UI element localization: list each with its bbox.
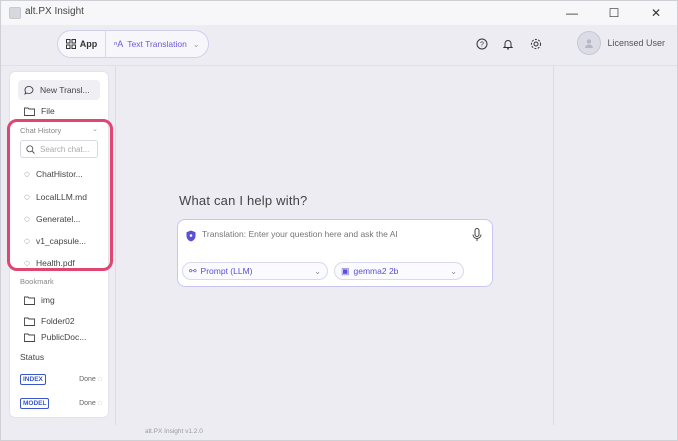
user-name: Licensed User (607, 38, 665, 48)
svg-text:?: ? (480, 42, 484, 49)
sidebar-divider (115, 65, 116, 425)
status-heading: Status (20, 352, 45, 362)
app-button-label: App (79, 39, 98, 49)
app-window: alt.PX Insight — ☐ ✕ App ⁿA Text Transla… (0, 0, 678, 441)
chat-history-highlight (7, 119, 113, 271)
status-badge: MODEL (20, 397, 50, 409)
status-row-model: MODEL Done ◌ (20, 396, 102, 410)
shield-icon (186, 230, 196, 242)
minimize-button[interactable]: — (557, 1, 587, 25)
folder-icon (24, 296, 35, 305)
maximize-button[interactable]: ☐ (599, 1, 629, 25)
chevron-down-icon: ⌄ (192, 39, 200, 49)
status-row-index: INDEX Done ◌ (20, 372, 102, 386)
version-footer: alt.PX Insight v1.2.0 (145, 428, 203, 435)
prompt-chain-icon: ⚯ (189, 265, 197, 276)
prompt-select-label: Prompt (LLM) (200, 266, 253, 276)
status-value-text: Done (79, 375, 96, 383)
model-box-icon: ▣ (341, 265, 350, 276)
page-title: What can I help with? (179, 193, 308, 208)
help-icon[interactable]: ? (475, 37, 489, 51)
chevron-down-icon: ⌄ (450, 266, 457, 276)
bookmark-item-label: PublicDoc... (41, 332, 87, 342)
folder-icon (24, 333, 35, 342)
check-circle-icon: ◌ (97, 375, 102, 383)
microphone-icon[interactable] (472, 228, 482, 242)
bookmark-item[interactable]: img (18, 290, 100, 310)
prompt-input[interactable] (202, 229, 462, 239)
status-value-text: Done (79, 399, 96, 407)
status-badge: INDEX (20, 373, 46, 385)
right-panel-divider (553, 65, 554, 425)
folder-icon (24, 107, 35, 116)
mode-label: Text Translation (127, 39, 187, 49)
new-translation-button[interactable]: New Transl... (18, 80, 100, 100)
mode-dropdown[interactable]: ⁿA Text Translation ⌄ (106, 31, 208, 57)
close-button[interactable]: ✕ (641, 1, 671, 25)
file-button[interactable]: File (18, 101, 100, 121)
status-value: Done ◌ (79, 400, 102, 407)
bookmark-heading: Bookmark (20, 277, 54, 286)
bookmark-item-label: Folder02 (41, 316, 75, 326)
avatar (577, 31, 602, 55)
gear-icon[interactable] (529, 37, 543, 51)
title-bar: alt.PX Insight — ☐ ✕ (1, 1, 677, 25)
chat-bubble-icon (24, 86, 34, 95)
file-label: File (41, 106, 55, 116)
new-translation-label: New Transl... (40, 85, 90, 95)
model-select-label: gemma2 2b (353, 266, 399, 276)
user-menu[interactable]: Licensed User (577, 31, 665, 55)
chevron-down-icon: ⌄ (314, 266, 321, 276)
grid-icon (65, 39, 76, 49)
window-title: alt.PX Insight (25, 6, 84, 17)
status-value: Done ◌ (79, 376, 102, 383)
prompt-composer: ⚯ Prompt (LLM) ⌄ ▣ gemma2 2b ⌄ (177, 219, 493, 287)
bookmark-item-label: img (41, 295, 55, 305)
app-logo-icon (9, 7, 21, 19)
top-bar: App ⁿA Text Translation ⌄ ? Licensed Use… (1, 25, 677, 66)
folder-icon (24, 317, 35, 326)
bell-icon[interactable] (501, 37, 515, 51)
bookmark-item[interactable]: PublicDoc... (18, 331, 100, 343)
translate-icon: ⁿA (114, 39, 124, 49)
check-circle-icon: ◌ (97, 399, 102, 407)
model-select[interactable]: ▣ gemma2 2b ⌄ (334, 262, 464, 280)
prompt-select[interactable]: ⚯ Prompt (LLM) ⌄ (182, 262, 328, 280)
mode-switcher: App ⁿA Text Translation ⌄ (57, 30, 209, 58)
bookmark-item[interactable]: Folder02 (18, 311, 100, 331)
app-button[interactable]: App (58, 31, 106, 57)
